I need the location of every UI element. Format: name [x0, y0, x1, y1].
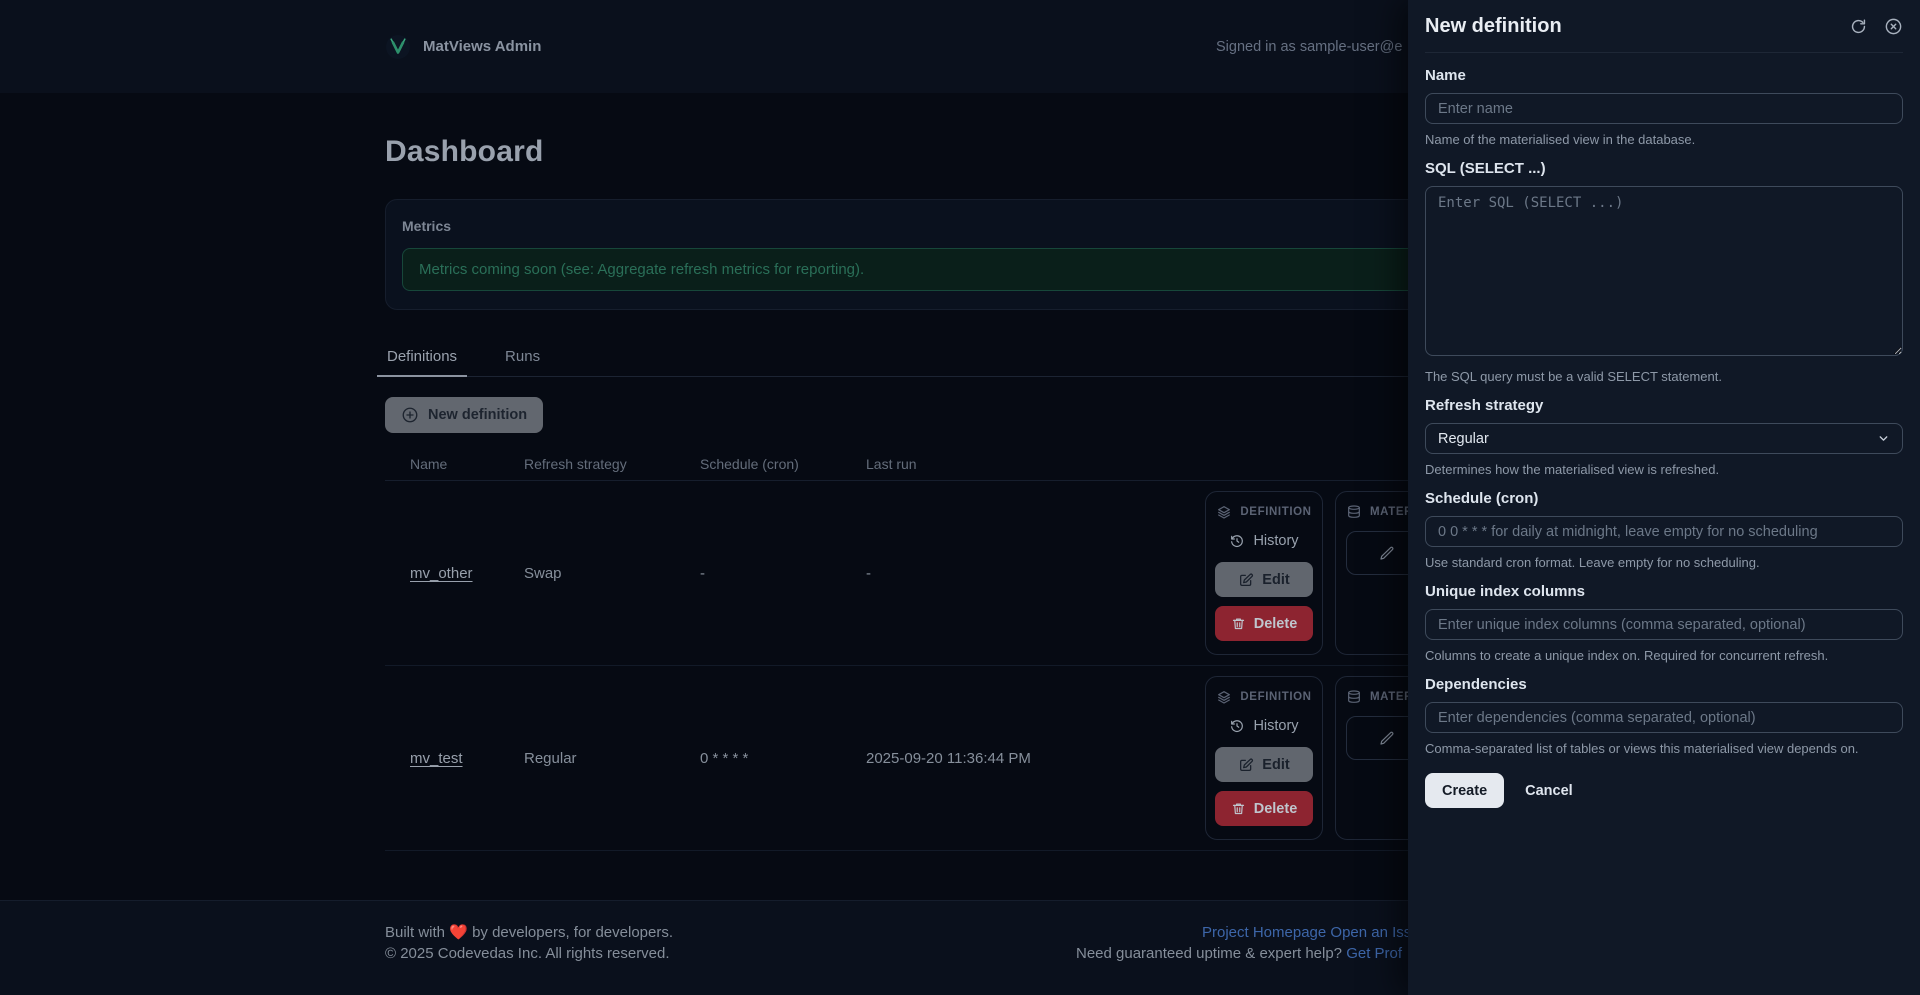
materialised-box-label: MATER: [1370, 691, 1414, 703]
footer-made-with: Built with ❤️ by developers, for develop…: [385, 924, 674, 941]
definition-actions-box: DEFINITION History Edit Delete: [1205, 491, 1323, 655]
column-header-refresh-strategy: Refresh strategy: [524, 455, 627, 472]
project-homepage-link[interactable]: Project Homepage: [1202, 924, 1326, 941]
trash-icon: [1231, 616, 1246, 631]
dependencies-input[interactable]: [1425, 702, 1903, 733]
sql-textarea[interactable]: [1425, 186, 1903, 356]
trash-icon: [1231, 801, 1246, 816]
edit-button[interactable]: Edit: [1215, 747, 1313, 782]
drawer-title: New definition: [1425, 14, 1562, 37]
last-run-cell: 2025-09-20 11:36:44 PM: [866, 749, 1031, 767]
history-button[interactable]: History: [1229, 529, 1299, 553]
schedule-input[interactable]: [1425, 516, 1903, 547]
support-text: Need guaranteed uptime & expert help?: [1076, 945, 1347, 962]
table-header-row: Name Refresh strategy Schedule (cron) La…: [385, 447, 1535, 481]
last-run-cell: -: [866, 564, 871, 582]
refresh-strategy-helper: Determines how the materialised view is …: [1425, 462, 1720, 477]
definitions-table: Name Refresh strategy Schedule (cron) La…: [385, 447, 1535, 851]
edit-button[interactable]: Edit: [1215, 562, 1313, 597]
metrics-card: Metrics Metrics coming soon (see: Aggreg…: [385, 199, 1535, 310]
history-icon: [1229, 533, 1245, 549]
history-icon: [1229, 718, 1245, 734]
app-logo-icon: [385, 34, 411, 60]
schedule-cell: 0 * * * *: [700, 749, 749, 767]
signed-in-text: Signed in as sample-user@e: [1216, 38, 1403, 55]
support-link[interactable]: Get Prof: [1346, 945, 1402, 962]
edit-pencil-icon: [1238, 757, 1254, 773]
schedule-label: Schedule (cron): [1425, 490, 1539, 507]
database-icon: [1346, 689, 1362, 705]
history-button[interactable]: History: [1229, 714, 1299, 738]
mv-name-link[interactable]: mv_other: [410, 565, 473, 582]
table-row: mv_test Regular 0 * * * * 2025-09-20 11:…: [385, 666, 1535, 851]
chevron-down-icon: [1877, 432, 1890, 445]
column-header-schedule: Schedule (cron): [700, 455, 799, 472]
unique-index-input[interactable]: [1425, 609, 1903, 640]
column-header-name: Name: [410, 455, 448, 472]
open-issue-link[interactable]: Open an Iss: [1330, 924, 1411, 941]
layers-icon: [1216, 689, 1232, 705]
refresh-strategy-label: Refresh strategy: [1425, 397, 1544, 414]
pencil-icon: [1379, 545, 1395, 561]
name-label: Name: [1425, 67, 1466, 84]
app-title: MatViews Admin: [423, 38, 542, 55]
tab-definitions[interactable]: Definitions: [376, 348, 468, 377]
new-definition-drawer: New definition Name Name of the material…: [1408, 0, 1920, 995]
definition-box-label: DEFINITION: [1240, 691, 1312, 703]
unique-index-helper: Columns to create a unique index on. Req…: [1425, 648, 1829, 663]
materialised-box-label: MATER: [1370, 506, 1414, 518]
metrics-title: Metrics: [402, 218, 452, 234]
pencil-icon: [1379, 730, 1395, 746]
definition-box-label: DEFINITION: [1240, 506, 1312, 518]
table-row: mv_other Swap - - DEFINITION History Edi…: [385, 481, 1535, 666]
dependencies-helper: Comma-separated list of tables or views …: [1425, 741, 1859, 756]
edit-pencil-icon: [1238, 572, 1254, 588]
definition-actions-box: DEFINITION History Edit Delete: [1205, 676, 1323, 840]
delete-button[interactable]: Delete: [1215, 791, 1313, 826]
footer-copyright: © 2025 Codevedas Inc. All rights reserve…: [385, 945, 670, 962]
new-definition-button[interactable]: New definition: [385, 397, 544, 433]
dependencies-label: Dependencies: [1425, 676, 1527, 693]
delete-button[interactable]: Delete: [1215, 606, 1313, 641]
page-title: Dashboard: [385, 135, 544, 168]
sql-label: SQL (SELECT ...): [1425, 160, 1546, 177]
heart-icon: ❤️: [449, 924, 468, 941]
database-icon: [1346, 504, 1362, 520]
tab-runs[interactable]: Runs: [503, 348, 542, 376]
name-helper: Name of the materialised view in the dat…: [1425, 132, 1696, 147]
plus-circle-icon: [401, 406, 419, 424]
tab-bar: Definitions Runs: [376, 348, 1535, 377]
refresh-strategy-cell: Regular: [524, 749, 577, 767]
refresh-strategy-select[interactable]: Regular: [1425, 423, 1903, 454]
schedule-helper: Use standard cron format. Leave empty fo…: [1425, 555, 1760, 570]
column-header-last-run: Last run: [866, 455, 917, 472]
metrics-coming-soon-notice: Metrics coming soon (see: Aggregate refr…: [402, 248, 1518, 291]
name-input[interactable]: [1425, 93, 1903, 124]
layers-icon: [1216, 504, 1232, 520]
sql-helper: The SQL query must be a valid SELECT sta…: [1425, 369, 1722, 384]
refresh-icon[interactable]: [1849, 17, 1868, 36]
cancel-button[interactable]: Cancel: [1525, 783, 1573, 799]
unique-index-label: Unique index columns: [1425, 583, 1586, 600]
close-icon[interactable]: [1884, 17, 1903, 36]
create-button[interactable]: Create: [1425, 773, 1505, 808]
schedule-cell: -: [700, 564, 705, 582]
refresh-strategy-cell: Swap: [524, 564, 562, 582]
mv-name-link[interactable]: mv_test: [410, 750, 463, 767]
